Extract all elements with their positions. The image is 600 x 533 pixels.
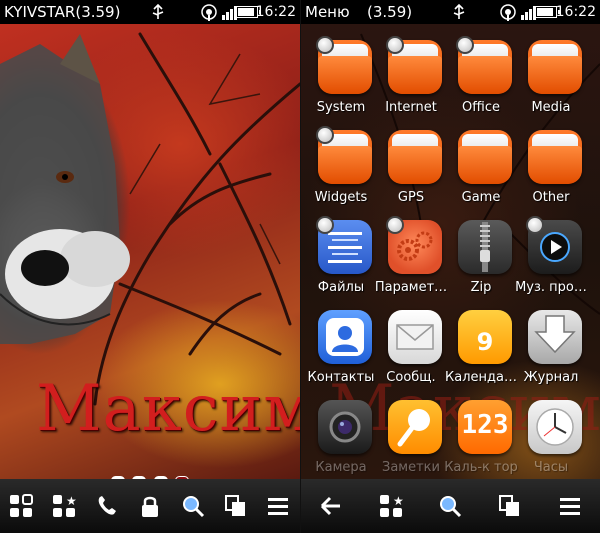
calculator-icon: 123 [458,400,512,454]
apps-grid-icon[interactable] [2,487,40,525]
usb-icon [152,3,164,19]
folder-icon [388,130,442,184]
wallpaper-name-text: Максим [36,372,300,446]
home-screen: KYIVSTAR(3.59) 16:22 Максим ★ [0,0,300,533]
app-system[interactable]: System [306,36,376,130]
app-notes[interactable]: Заметки [376,400,446,490]
clock-icon [528,400,582,454]
app-label: Муз. про… [515,280,587,295]
svg-text:★: ★ [393,494,403,508]
app-label: Other [532,190,570,205]
app-other[interactable]: Other [516,130,586,220]
favorites-icon[interactable]: ★ [372,487,410,525]
svg-text:★: ★ [66,494,76,508]
lock-icon[interactable] [131,487,169,525]
multitask-icon[interactable] [217,487,255,525]
folder-icon [528,130,582,184]
app-label: Журнал [523,370,579,385]
contacts-icon [318,310,372,364]
status-bar: KYIVSTAR(3.59) 16:22 [0,0,300,24]
app-messages[interactable]: Сообщ. [376,310,446,400]
version-text: (3.59) [367,3,413,21]
menu-icon[interactable] [259,487,297,525]
menu-toolbar: ★ [301,479,600,533]
app-calendar[interactable]: 9 Календа… [445,310,517,400]
search-icon[interactable] [174,487,212,525]
multitask-icon[interactable] [491,487,529,525]
wifi-icon [500,4,516,21]
badge-dot [316,36,334,54]
app-game[interactable]: Game [446,130,516,220]
clock-time: 16:22 [555,4,596,20]
app-media[interactable]: Media [516,40,586,130]
app-contacts[interactable]: Контакты [306,310,376,400]
battery-icon [535,6,560,18]
badge-dot [386,36,404,54]
badge-dot [456,36,474,54]
home-toolbar: ★ [0,479,300,533]
search-icon[interactable] [431,487,469,525]
usb-icon [453,3,465,19]
badge-dot [316,126,334,144]
notes-icon [388,400,442,454]
badge-dot [316,216,334,234]
app-music-player[interactable]: Муз. про… [515,216,587,310]
calendar-icon: 9 [458,310,512,364]
calculator-digits: 123 [461,410,509,440]
app-internet[interactable]: Internet [376,36,446,130]
menu-screen: Максим Меню (3.59) 16:22 System Internet [301,0,600,533]
app-widgets[interactable]: Widgets [306,126,376,220]
app-office[interactable]: Office [446,36,516,130]
folder-icon [528,40,582,94]
app-log[interactable]: Журнал [516,310,586,400]
menu-title: Меню [305,3,350,21]
status-bar: Меню (3.59) 16:22 [301,0,600,24]
app-camera[interactable]: Камера [306,400,376,490]
phone-icon[interactable] [88,487,126,525]
camera-icon [318,400,372,454]
zip-icon [458,220,512,274]
messages-icon [388,310,442,364]
badge-dot [526,216,544,234]
carrier-name: KYIVSTAR(3.59) [4,3,121,21]
menu-icon[interactable] [551,487,589,525]
app-label: Media [531,100,571,115]
folder-icon [458,130,512,184]
back-icon[interactable] [312,487,350,525]
app-calculator[interactable]: 123 Каль-к тор [444,400,518,490]
app-gps[interactable]: GPS [376,130,446,220]
badge-dot [386,216,404,234]
calendar-day: 9 [476,328,494,356]
app-label: Часы [533,460,569,475]
app-zip[interactable]: Zip [446,220,516,310]
favorites-icon[interactable]: ★ [45,487,83,525]
app-clock[interactable]: Часы [516,400,586,490]
wifi-icon [201,4,217,21]
app-settings[interactable]: Парамет… [375,216,447,310]
app-files[interactable]: Файлы [306,216,376,310]
clock-time: 16:22 [255,4,296,20]
log-icon [528,310,582,364]
